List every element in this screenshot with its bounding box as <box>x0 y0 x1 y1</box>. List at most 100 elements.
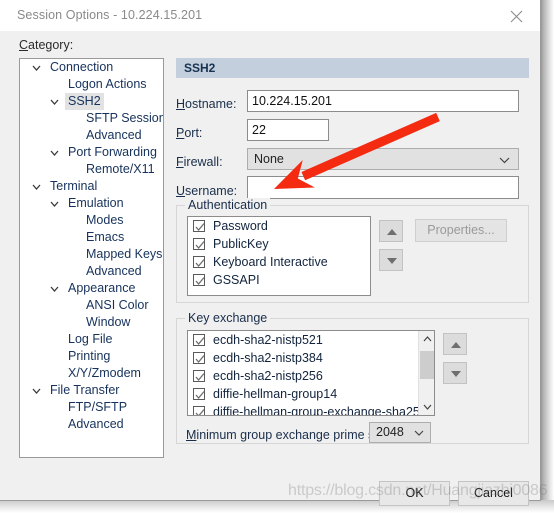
tree-item-ssh2[interactable]: SSH2 <box>20 93 163 110</box>
checkbox[interactable] <box>193 370 205 382</box>
tree-item-file-transfer[interactable]: File Transfer <box>20 382 163 399</box>
checkmark-icon <box>195 259 205 268</box>
list-item-label: ecdh-sha2-nistp521 <box>213 333 323 347</box>
tree-item-emulation[interactable]: Emulation <box>20 195 163 212</box>
hostname-input[interactable] <box>247 90 519 112</box>
tree-item-label: X/Y/Zmodem <box>68 366 141 380</box>
authentication-move-down-button[interactable] <box>379 249 403 271</box>
tree-item-appearance[interactable]: Appearance <box>20 280 163 297</box>
pane-header: SSH2 <box>176 58 529 78</box>
tree-item-connection[interactable]: Connection <box>20 59 163 76</box>
checkbox[interactable] <box>193 388 205 400</box>
arrow-up-icon <box>387 229 397 235</box>
prime-size-label: Minimum group exchange prime size: <box>186 428 394 442</box>
key-exchange-list-item[interactable]: ecdh-sha2-nistp256 <box>188 367 418 385</box>
tree-item-window[interactable]: Window <box>20 314 163 331</box>
prime-size-dropdown[interactable]: 2048 <box>369 422 431 443</box>
authentication-list[interactable]: Password PublicKey Keyboard Interactive GSS… <box>187 216 371 296</box>
tree-item-label: SSH2 <box>65 93 104 110</box>
port-label: Port: <box>176 126 203 140</box>
ok-button[interactable]: OK <box>379 481 450 506</box>
authentication-list-item[interactable]: GSSAPI <box>188 271 370 289</box>
authentication-move-up-button[interactable] <box>379 220 403 242</box>
checkmark-icon <box>195 391 205 400</box>
tree-item-label: Log File <box>68 332 113 346</box>
authentication-list-item[interactable]: PublicKey <box>188 235 370 253</box>
checkmark-icon <box>195 355 205 364</box>
chevron-down-icon <box>32 184 41 190</box>
cancel-button[interactable]: Cancel <box>458 481 529 506</box>
scroll-up-icon <box>423 336 432 342</box>
checkmark-icon <box>195 277 205 286</box>
tree-item-ftp-sftp[interactable]: FTP/SFTP <box>20 399 163 416</box>
tree-item-x-y-zmodem[interactable]: X/Y/Zmodem <box>20 365 163 382</box>
checkbox[interactable] <box>193 238 205 250</box>
tree-item-label: Printing <box>68 349 111 363</box>
firewall-dropdown[interactable]: None <box>247 148 519 170</box>
username-input[interactable] <box>247 176 519 199</box>
tree-item-ansi-color[interactable]: ANSI Color <box>20 297 163 314</box>
tree-item-advanced[interactable]: Advanced <box>20 263 163 280</box>
key-exchange-list-item[interactable]: diffie-hellman-group14 <box>188 385 418 403</box>
checkbox[interactable] <box>193 256 205 268</box>
key-exchange-list-item[interactable]: diffie-hellman-group-exchange-sha256 <box>188 403 427 415</box>
key-exchange-move-up-button[interactable] <box>443 333 467 355</box>
key-exchange-scrollbar[interactable] <box>418 331 434 415</box>
tree-item-label: SFTP Session <box>86 111 164 125</box>
chevron-down-icon <box>32 388 41 394</box>
tree-item-label: Port Forwarding <box>68 145 157 159</box>
tree-item-emacs[interactable]: Emacs <box>20 229 163 246</box>
authentication-list-item[interactable]: Keyboard Interactive <box>188 253 370 271</box>
list-item-label: Keyboard Interactive <box>213 255 328 269</box>
port-input[interactable] <box>247 119 329 141</box>
close-button[interactable] <box>494 0 540 31</box>
chevron-down-icon <box>414 430 424 436</box>
tree-item-mapped-keys[interactable]: Mapped Keys <box>20 246 163 263</box>
arrow-up-icon <box>451 342 461 348</box>
tree-item-terminal[interactable]: Terminal <box>20 178 163 195</box>
close-icon <box>510 10 523 23</box>
hostname-label: Hostname: <box>176 97 237 111</box>
scrollbar-thumb[interactable] <box>420 351 434 379</box>
tree-item-remote-x11[interactable]: Remote/X11 <box>20 161 163 178</box>
tree-item-label: ANSI Color <box>86 298 149 312</box>
tree-item-printing[interactable]: Printing <box>20 348 163 365</box>
scrollbar-down-button[interactable] <box>419 399 434 415</box>
key-exchange-list-item[interactable]: ecdh-sha2-nistp384 <box>188 349 418 367</box>
prime-size-value: 2048 <box>376 425 404 439</box>
key-exchange-list[interactable]: ecdh-sha2-nistp521 ecdh-sha2-nistp384 ecdh… <box>187 330 435 416</box>
tree-item-label: File Transfer <box>50 383 120 397</box>
checkbox[interactable] <box>193 334 205 346</box>
category-tree[interactable]: Connection Logon Actions SSH2 SFTP Session A… <box>19 58 164 458</box>
tree-item-advanced[interactable]: Advanced <box>20 127 163 144</box>
checkbox[interactable] <box>193 406 205 415</box>
tree-item-modes[interactable]: Modes <box>20 212 163 229</box>
tree-item-label: Window <box>86 315 131 329</box>
key-exchange-move-down-button[interactable] <box>443 362 467 384</box>
tree-item-advanced[interactable]: Advanced <box>20 416 163 433</box>
tree-item-label: FTP/SFTP <box>68 400 128 414</box>
authentication-list-item[interactable]: Password <box>188 217 370 235</box>
tree-item-logon-actions[interactable]: Logon Actions <box>20 76 163 93</box>
tree-item-label: Emulation <box>68 196 124 210</box>
tree-item-label: Connection <box>50 60 114 74</box>
cancel-button-label: Cancel <box>474 486 513 500</box>
session-options-dialog: Session Options - 10.224.15.201 Category… <box>0 0 554 513</box>
checkmark-icon <box>195 373 205 382</box>
checkbox[interactable] <box>193 220 205 232</box>
scrollbar-up-button[interactable] <box>419 331 434 347</box>
key-exchange-list-item[interactable]: ecdh-sha2-nistp521 <box>188 331 418 349</box>
properties-button[interactable]: Properties... <box>415 219 507 242</box>
tree-item-label: Remote/X11 <box>86 162 155 176</box>
tree-item-port-forwarding[interactable]: Port Forwarding <box>20 144 163 161</box>
chevron-down-icon <box>50 201 59 207</box>
tree-item-sftp-session[interactable]: SFTP Session <box>20 110 163 127</box>
checkbox[interactable] <box>193 274 205 286</box>
tree-item-label: Modes <box>86 213 124 227</box>
checkbox[interactable] <box>193 352 205 364</box>
tree-item-label: Advanced <box>68 417 124 431</box>
checkmark-icon <box>195 241 205 250</box>
authentication-title: Authentication <box>185 198 271 212</box>
tree-item-log-file[interactable]: Log File <box>20 331 163 348</box>
key-exchange-title: Key exchange <box>185 311 271 325</box>
